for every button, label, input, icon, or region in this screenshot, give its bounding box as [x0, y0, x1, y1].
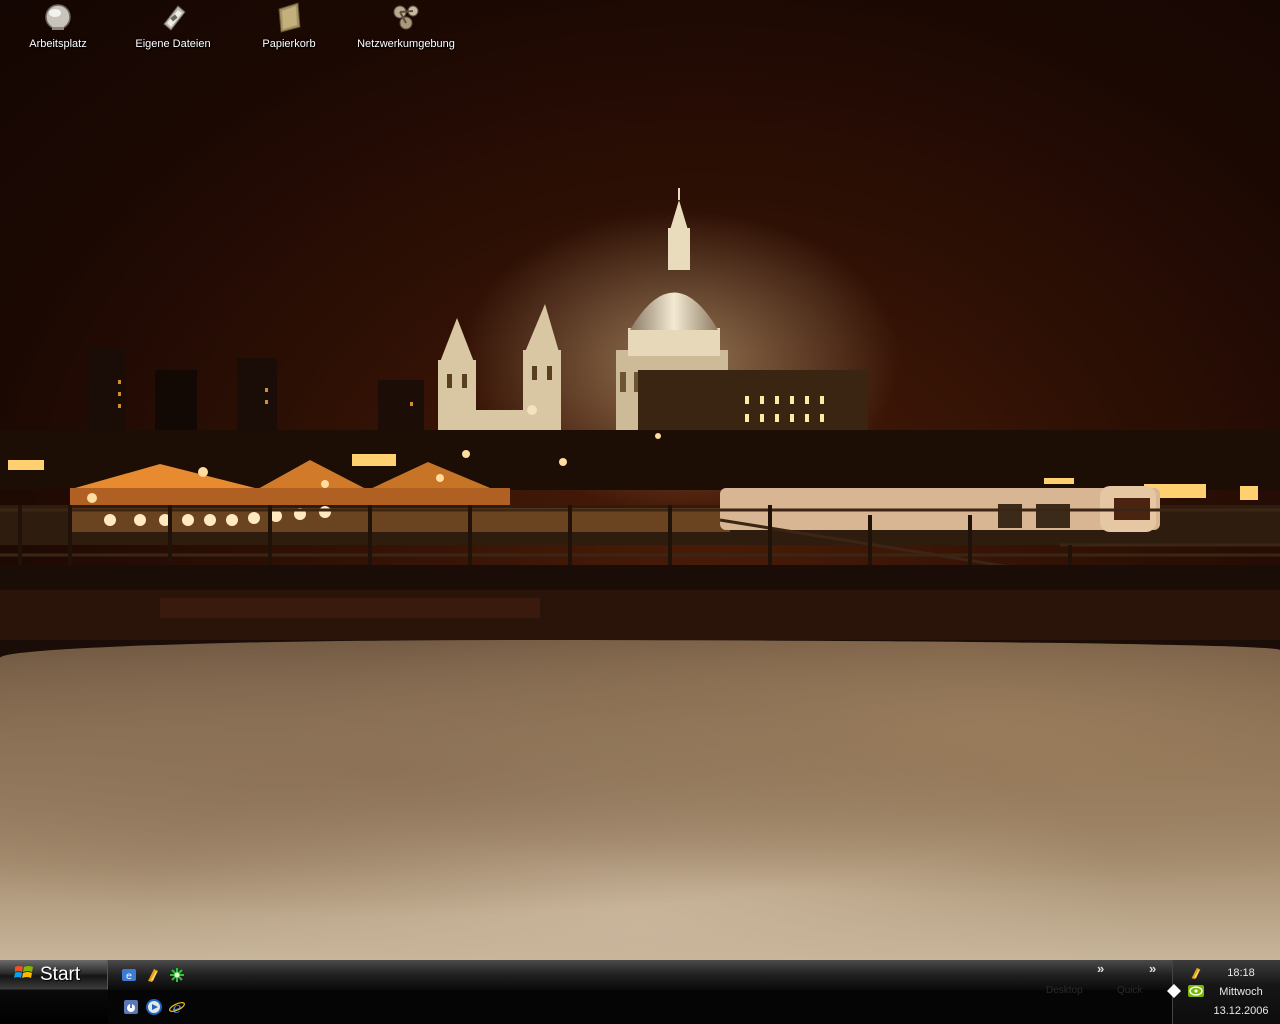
diamond-icon[interactable] — [1165, 982, 1183, 1000]
desktop-icon-my-documents[interactable]: Eigene Dateien — [118, 0, 228, 60]
toolbar-label-quick: Quick — [1117, 985, 1143, 996]
desktop-icon-network-places[interactable]: Netzwerkumgebung — [351, 0, 461, 60]
system-tray: 18:18 Mittwoch 13.12.2006 — [1167, 960, 1280, 1024]
toolbar-label-desktop: Desktop — [1046, 985, 1083, 996]
snow-foreground — [0, 640, 1280, 960]
music-app-icon[interactable] — [122, 998, 140, 1016]
city-skyline-photo — [0, 188, 1280, 660]
taskbar: Start e e » » Desktop Quick 18:18 Mittwo… — [0, 960, 1280, 1024]
clock-weekday: Mittwoch — [1219, 986, 1263, 998]
outlook-express-icon[interactable]: e — [120, 966, 138, 984]
recycle-bin-icon — [273, 0, 305, 34]
desktop-icon-label: Netzwerkumgebung — [357, 38, 455, 50]
clock-date: 13.12.2006 — [1213, 1005, 1269, 1017]
toolbar-chevron-button[interactable]: » — [1149, 961, 1156, 976]
winamp-icon[interactable] — [144, 966, 162, 984]
taskbar-band — [108, 960, 1172, 990]
my-computer-icon — [42, 0, 74, 34]
internet-explorer-icon[interactable]: e — [168, 998, 186, 1016]
start-button[interactable]: Start — [0, 960, 108, 990]
desktop-icon-recycle-bin[interactable]: Papierkorb — [234, 0, 344, 60]
start-label: Start — [40, 963, 81, 985]
my-documents-icon — [157, 0, 189, 34]
svg-text:e: e — [126, 971, 132, 982]
svg-text:e: e — [173, 999, 182, 1015]
desktop-icon-label: Eigene Dateien — [135, 38, 211, 50]
windows-logo-icon — [14, 964, 34, 986]
clock-time[interactable]: 18:18 — [1203, 967, 1279, 979]
quick-launch-row — [108, 990, 1172, 1024]
desktop-icon-label: Arbeitsplatz — [29, 38, 87, 50]
desktop-icon-label: Papierkorb — [262, 38, 316, 50]
toolbar-chevron-button[interactable]: » — [1097, 961, 1104, 976]
green-flower-icon[interactable] — [168, 966, 186, 984]
desktop-wallpaper — [0, 0, 1280, 960]
media-player-icon[interactable] — [145, 998, 163, 1016]
desktop-icon-my-computer[interactable]: Arbeitsplatz — [3, 0, 113, 60]
network-places-icon — [390, 0, 422, 34]
